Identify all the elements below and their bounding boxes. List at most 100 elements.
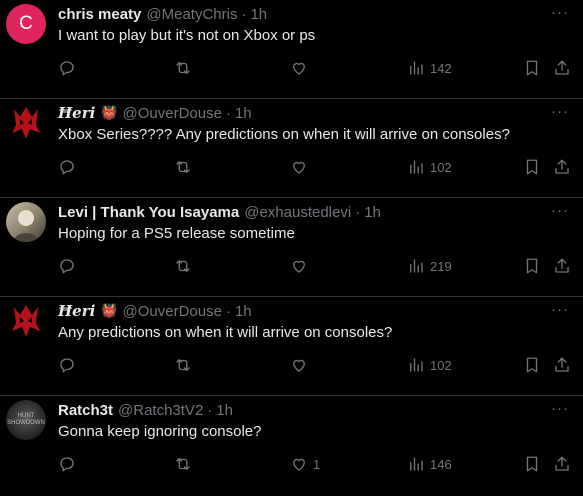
views-button[interactable]: 146 <box>407 454 452 474</box>
display-name[interactable]: Ratch3t <box>58 402 113 419</box>
reply-feed: C chris meaty @MeatyChris · 1h ··· I wan… <box>0 0 583 496</box>
red-mask-avatar-image <box>12 107 40 139</box>
tweet-header: Levi | Thank You Isayama @exhaustedlevi … <box>58 203 381 221</box>
timestamp[interactable]: 1h <box>364 204 381 221</box>
bookmark-button[interactable] <box>523 355 541 375</box>
separator-dot: · <box>225 104 231 122</box>
avatar[interactable] <box>6 202 46 242</box>
more-options-icon[interactable]: ··· <box>551 4 569 21</box>
views-icon <box>410 259 423 273</box>
reply-button[interactable] <box>58 58 76 78</box>
tweet-text: Hoping for a PS5 release sometime <box>58 225 295 242</box>
retweet-button[interactable] <box>174 256 192 276</box>
retweet-icon <box>176 359 190 371</box>
like-button[interactable] <box>290 157 313 177</box>
retweet-button[interactable] <box>174 454 192 474</box>
share-button[interactable] <box>553 256 571 276</box>
bookmark-button[interactable] <box>523 454 541 474</box>
like-button[interactable] <box>290 256 313 276</box>
ogre-emoji: 👹 <box>101 105 118 120</box>
views-button[interactable]: 102 <box>407 157 452 177</box>
tweet[interactable]: Ħeri 👹 @OuverDouse · 1h ··· Xbox Series?… <box>0 99 583 198</box>
reply-button[interactable] <box>58 256 76 276</box>
tweet[interactable]: Levi | Thank You Isayama @exhaustedlevi … <box>0 198 583 297</box>
tweet-header: chris meaty @MeatyChris · 1h <box>58 5 267 23</box>
avatar[interactable]: C <box>6 4 46 44</box>
avatar[interactable]: HUNT SHOWDOWN <box>6 400 46 440</box>
share-button[interactable] <box>553 454 571 474</box>
retweet-icon <box>176 458 190 470</box>
share-icon <box>555 357 569 372</box>
action-bar: 102 <box>0 355 583 375</box>
timestamp[interactable]: 1h <box>235 105 252 122</box>
red-mask-avatar-image <box>12 305 40 337</box>
display-name[interactable]: Levi | Thank You Isayama <box>58 204 239 221</box>
profile-photo-image <box>14 210 38 242</box>
bookmark-button[interactable] <box>523 256 541 276</box>
action-bar: 142 <box>0 58 583 78</box>
ogre-emoji: 👹 <box>101 303 118 318</box>
reply-icon <box>60 358 74 373</box>
display-name[interactable]: Ħeri <box>58 104 95 122</box>
action-bar: 219 <box>0 256 583 276</box>
timestamp[interactable]: 1h <box>250 6 267 23</box>
avatar[interactable] <box>6 103 46 143</box>
timestamp[interactable]: 1h <box>235 303 252 320</box>
like-button[interactable] <box>290 58 313 78</box>
tweet-text: I want to play but it's not on Xbox or p… <box>58 27 316 44</box>
heart-icon <box>293 161 305 174</box>
like-button[interactable] <box>290 355 313 375</box>
share-button[interactable] <box>553 157 571 177</box>
views-icon <box>410 160 423 174</box>
separator-dot: · <box>225 302 231 320</box>
tweet-header: Ħeri 👹 @OuverDouse · 1h <box>58 302 252 320</box>
tweet[interactable]: C chris meaty @MeatyChris · 1h ··· I wan… <box>0 0 583 99</box>
avatar[interactable] <box>6 301 46 341</box>
display-name[interactable]: chris meaty <box>58 6 141 23</box>
bookmark-icon <box>526 357 538 373</box>
separator-dot: · <box>207 401 213 419</box>
views-button[interactable]: 142 <box>407 58 452 78</box>
more-options-icon[interactable]: ··· <box>551 103 569 120</box>
retweet-icon <box>176 62 190 74</box>
tweet-header: Ħeri 👹 @OuverDouse · 1h <box>58 104 252 122</box>
views-button[interactable]: 219 <box>407 256 452 276</box>
timestamp[interactable]: 1h <box>216 402 233 419</box>
reply-button[interactable] <box>58 355 76 375</box>
separator-dot: · <box>355 203 361 221</box>
display-name[interactable]: Ħeri <box>58 302 95 320</box>
heart-icon <box>293 359 305 372</box>
tweet-text: Gonna keep ignoring console? <box>58 423 262 440</box>
more-options-icon[interactable]: ··· <box>551 202 569 219</box>
like-button[interactable]: 1 <box>290 454 320 474</box>
share-icon <box>555 159 569 174</box>
bookmark-icon <box>526 159 538 175</box>
tweet[interactable]: HUNT SHOWDOWN Ratch3t @Ratch3tV2 · 1h ··… <box>0 396 583 495</box>
tweet-text: Any predictions on when it will arrive o… <box>58 324 393 341</box>
user-handle[interactable]: @MeatyChris <box>146 6 237 23</box>
avatar-letter: C <box>19 13 33 34</box>
retweet-button[interactable] <box>174 157 192 177</box>
retweet-button[interactable] <box>174 58 192 78</box>
retweet-button[interactable] <box>174 355 192 375</box>
views-button[interactable]: 102 <box>407 355 452 375</box>
share-icon <box>555 258 569 273</box>
share-icon <box>555 456 569 471</box>
reply-icon <box>60 259 74 274</box>
more-options-icon[interactable]: ··· <box>551 301 569 318</box>
views-icon <box>410 61 423 75</box>
user-handle[interactable]: @OuverDouse <box>123 105 222 122</box>
user-handle[interactable]: @Ratch3tV2 <box>118 402 203 419</box>
reply-button[interactable] <box>58 454 76 474</box>
more-options-icon[interactable]: ··· <box>551 400 569 417</box>
bookmark-button[interactable] <box>523 58 541 78</box>
share-button[interactable] <box>553 58 571 78</box>
user-handle[interactable]: @exhaustedlevi <box>244 204 351 221</box>
share-button[interactable] <box>553 355 571 375</box>
bookmark-button[interactable] <box>523 157 541 177</box>
bookmark-icon <box>526 258 538 274</box>
tweet[interactable]: Ħeri 👹 @OuverDouse · 1h ··· Any predicti… <box>0 297 583 396</box>
view-count: 102 <box>430 159 452 175</box>
user-handle[interactable]: @OuverDouse <box>123 303 222 320</box>
reply-button[interactable] <box>58 157 76 177</box>
